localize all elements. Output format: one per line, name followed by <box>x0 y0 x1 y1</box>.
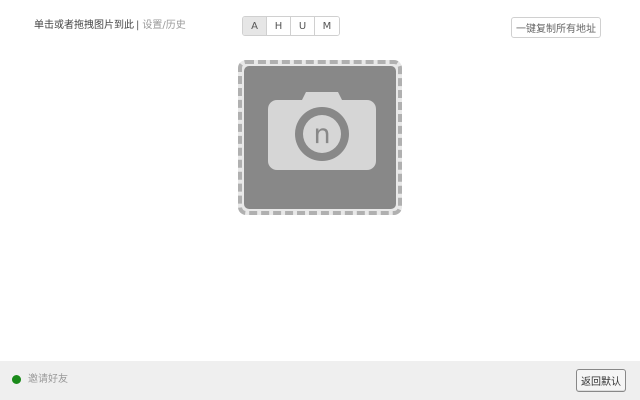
footer-bar: 邀请好友 返回默认 <box>0 361 640 400</box>
invite-friends-link[interactable]: 邀请好友 <box>28 373 68 387</box>
settings-history-link[interactable]: 设置/历史 <box>142 20 185 31</box>
hint-separator: | <box>136 20 140 31</box>
upload-hint-text: 单击或者拖拽图片到此 <box>34 20 134 31</box>
format-option-h[interactable]: H <box>267 17 291 35</box>
upload-hint: 单击或者拖拽图片到此 | 设置/历史 <box>34 19 186 33</box>
image-dropzone[interactable]: n <box>238 60 402 215</box>
format-option-a[interactable]: A <box>243 17 267 35</box>
format-option-u[interactable]: U <box>291 17 315 35</box>
copy-all-urls-button[interactable]: 一键复制所有地址 <box>511 17 601 38</box>
link-format-selector: A H U M <box>242 16 340 36</box>
reset-default-button[interactable]: 返回默认 <box>576 369 626 392</box>
camera-icon: n <box>268 92 376 170</box>
status-indicator <box>12 375 21 384</box>
format-option-m[interactable]: M <box>315 17 339 35</box>
camera-letter: n <box>313 119 330 150</box>
upload-page: 单击或者拖拽图片到此 | 设置/历史 A H U M 一键复制所有地址 n 邀请好友… <box>0 0 640 400</box>
